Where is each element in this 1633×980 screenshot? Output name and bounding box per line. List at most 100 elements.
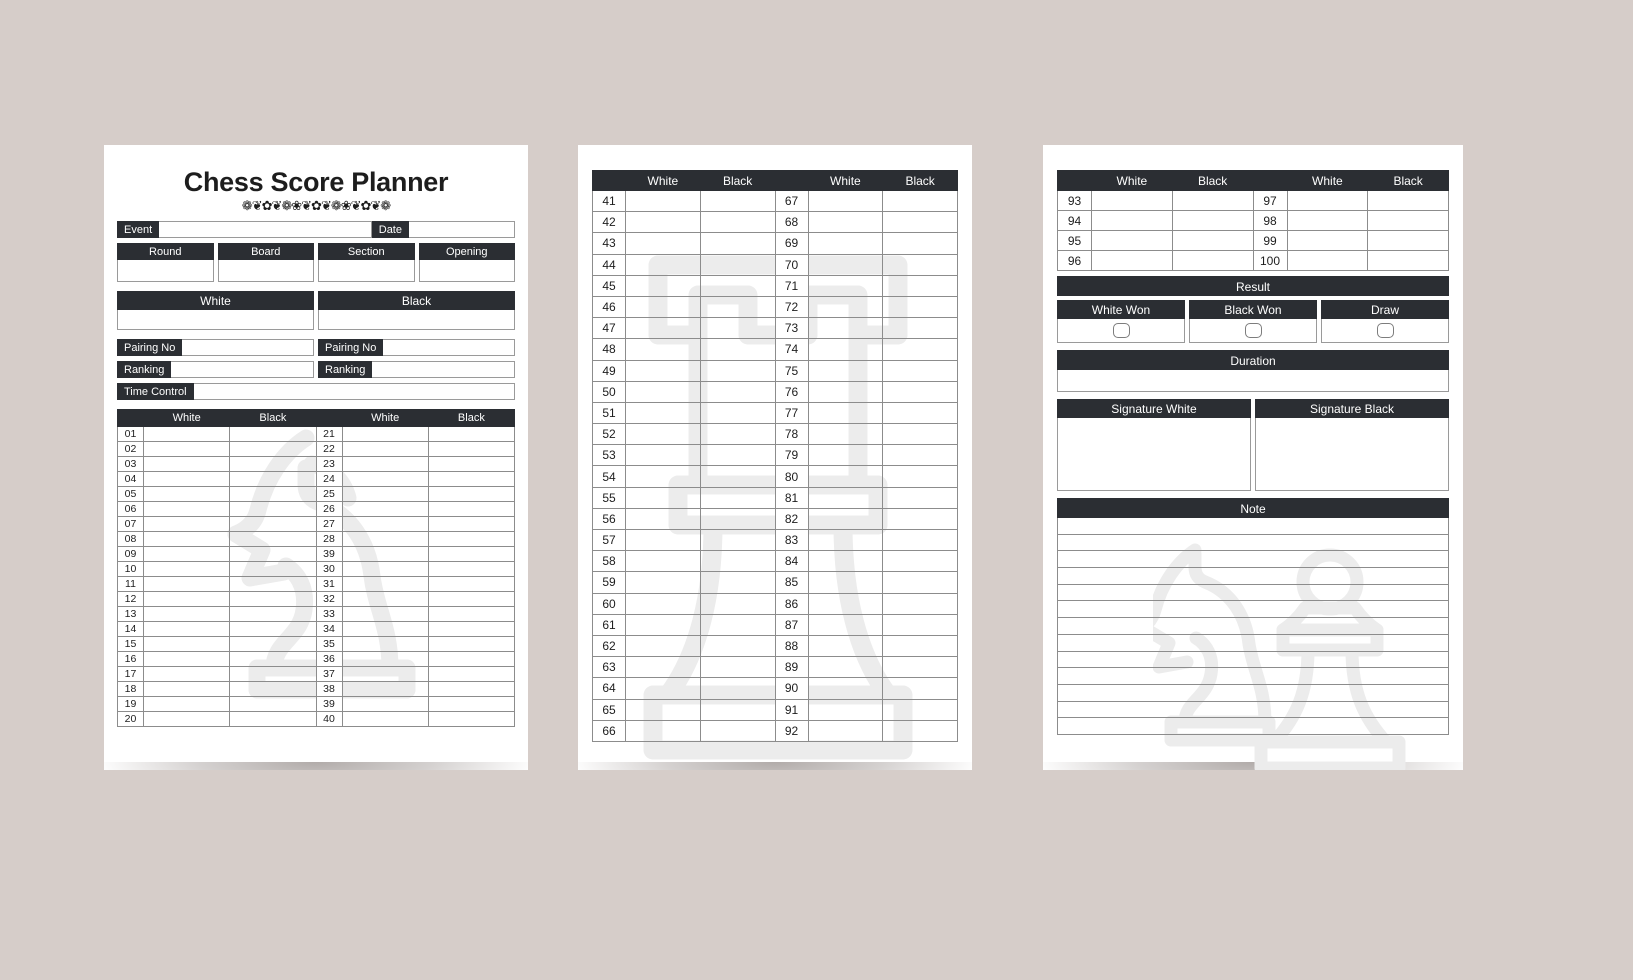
move-white-left[interactable] xyxy=(625,359,701,382)
move-white-right[interactable] xyxy=(807,550,884,573)
move-black-left[interactable] xyxy=(229,561,317,577)
move-white-right[interactable] xyxy=(341,681,429,697)
move-white-left[interactable] xyxy=(625,211,701,234)
white-ranking-input[interactable] xyxy=(171,361,314,378)
move-black-left[interactable] xyxy=(699,550,776,573)
move-white-right[interactable] xyxy=(807,571,884,594)
move-white-left[interactable] xyxy=(625,317,701,340)
move-black-left[interactable] xyxy=(229,696,317,712)
move-white-right[interactable] xyxy=(807,338,884,361)
move-black-right[interactable] xyxy=(882,423,958,446)
note-line[interactable] xyxy=(1057,618,1449,635)
move-black-right[interactable] xyxy=(427,426,516,442)
move-black-right[interactable] xyxy=(427,531,516,547)
move-black-left[interactable] xyxy=(699,528,776,552)
black-won-checkbox-cell[interactable] xyxy=(1189,319,1317,343)
move-white-right[interactable] xyxy=(807,486,884,509)
move-white-right[interactable] xyxy=(807,317,884,340)
move-white-right[interactable] xyxy=(807,677,884,700)
move-white-right[interactable] xyxy=(341,441,429,457)
move-white-right[interactable] xyxy=(341,606,429,622)
move-white-left[interactable] xyxy=(142,486,231,502)
move-black-right[interactable] xyxy=(427,456,516,472)
move-black-left[interactable] xyxy=(229,666,317,682)
move-white-right[interactable] xyxy=(1286,250,1369,271)
move-white-right[interactable] xyxy=(1286,210,1369,231)
move-white-left[interactable] xyxy=(625,677,701,700)
move-black-right[interactable] xyxy=(882,613,958,636)
move-white-right[interactable] xyxy=(807,719,884,742)
move-white-right[interactable] xyxy=(807,465,884,488)
move-white-left[interactable] xyxy=(142,696,231,712)
note-line[interactable] xyxy=(1057,568,1449,585)
move-black-left[interactable] xyxy=(699,232,776,255)
move-black-right[interactable] xyxy=(427,681,516,697)
white-player-input[interactable] xyxy=(117,310,314,330)
move-black-right[interactable] xyxy=(427,486,516,502)
move-white-right[interactable] xyxy=(341,546,429,562)
move-white-left[interactable] xyxy=(142,426,231,442)
move-black-left[interactable] xyxy=(229,456,317,472)
move-white-right[interactable] xyxy=(341,456,429,472)
move-white-left[interactable] xyxy=(625,719,701,742)
move-black-right[interactable] xyxy=(1367,230,1449,251)
move-black-left[interactable] xyxy=(699,719,776,742)
move-black-left[interactable] xyxy=(699,423,776,446)
move-black-right[interactable] xyxy=(882,550,958,573)
move-black-right[interactable] xyxy=(882,338,958,361)
note-line[interactable] xyxy=(1057,518,1449,535)
move-white-left[interactable] xyxy=(625,380,701,403)
move-white-left[interactable] xyxy=(625,550,701,573)
move-white-right[interactable] xyxy=(807,274,884,297)
move-black-left[interactable] xyxy=(229,711,317,727)
move-white-left[interactable] xyxy=(625,274,701,297)
move-white-left[interactable] xyxy=(625,232,701,255)
move-white-left[interactable] xyxy=(625,189,701,213)
move-white-right[interactable] xyxy=(341,621,429,637)
move-white-right[interactable] xyxy=(807,253,884,276)
move-black-left[interactable] xyxy=(229,441,317,457)
move-white-left[interactable] xyxy=(625,486,701,509)
note-line[interactable] xyxy=(1057,701,1449,719)
move-white-left[interactable] xyxy=(142,621,231,637)
move-black-right[interactable] xyxy=(882,253,958,276)
white-pairing-input[interactable] xyxy=(182,339,314,356)
move-black-left[interactable] xyxy=(1171,230,1254,251)
move-white-left[interactable] xyxy=(625,401,701,425)
move-black-left[interactable] xyxy=(699,592,776,615)
move-white-left[interactable] xyxy=(1091,190,1173,211)
opening-input[interactable] xyxy=(418,260,515,282)
move-black-left[interactable] xyxy=(699,338,776,361)
move-white-left[interactable] xyxy=(142,666,231,682)
move-black-right[interactable] xyxy=(427,576,516,592)
move-white-right[interactable] xyxy=(341,561,429,577)
move-white-left[interactable] xyxy=(625,507,701,531)
move-black-left[interactable] xyxy=(699,507,776,531)
move-white-right[interactable] xyxy=(341,516,429,532)
move-black-left[interactable] xyxy=(229,471,317,487)
move-white-left[interactable] xyxy=(142,501,231,517)
move-black-left[interactable] xyxy=(229,531,317,547)
move-white-right[interactable] xyxy=(341,636,429,652)
move-black-left[interactable] xyxy=(229,591,317,607)
move-black-right[interactable] xyxy=(427,546,516,562)
move-black-left[interactable] xyxy=(699,380,776,403)
board-input[interactable] xyxy=(217,260,314,282)
move-black-right[interactable] xyxy=(882,232,958,255)
move-white-right[interactable] xyxy=(341,471,429,487)
move-white-right[interactable] xyxy=(341,696,429,712)
move-white-right[interactable] xyxy=(807,613,884,636)
result-option-white-won[interactable]: White Won xyxy=(1057,300,1185,343)
move-white-left[interactable] xyxy=(142,456,231,472)
move-black-right[interactable] xyxy=(882,656,958,679)
move-white-right[interactable] xyxy=(807,189,884,213)
move-white-left[interactable] xyxy=(142,681,231,697)
move-black-right[interactable] xyxy=(882,465,958,488)
move-white-left[interactable] xyxy=(625,571,701,594)
move-black-right[interactable] xyxy=(882,571,958,594)
move-white-left[interactable] xyxy=(625,465,701,488)
signature-white-area[interactable] xyxy=(1057,418,1251,491)
move-black-right[interactable] xyxy=(1367,250,1449,271)
move-white-right[interactable] xyxy=(807,507,884,531)
move-black-right[interactable] xyxy=(882,380,958,403)
